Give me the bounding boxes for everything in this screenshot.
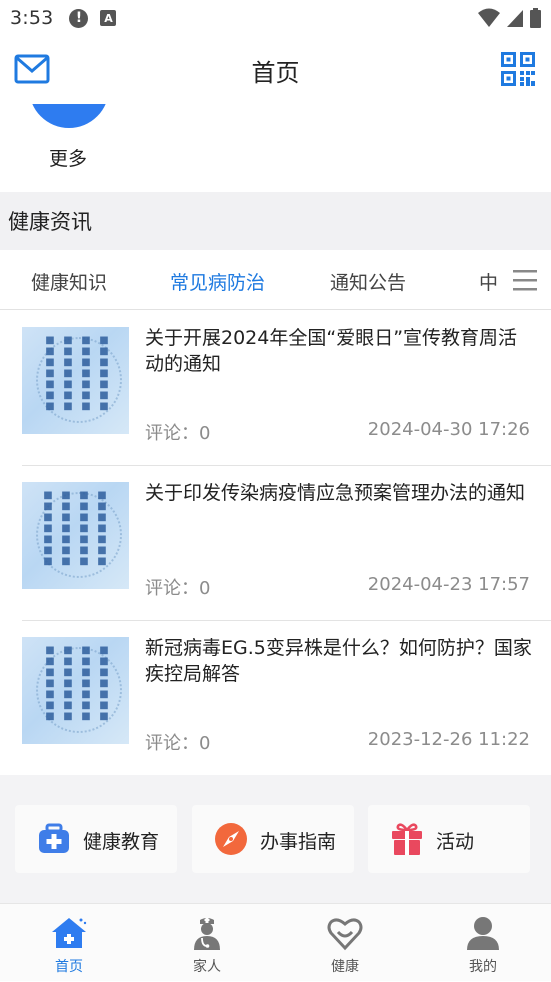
news-comment-count: 评论：0 bbox=[145, 423, 211, 444]
menu-icon[interactable] bbox=[513, 268, 537, 296]
news-item[interactable]: ■■■■■■■ ■■■■■■■ ■■■■■■■ ■■■■■■■ 关于开展2024… bbox=[0, 311, 551, 466]
nav-health[interactable]: 健康 bbox=[276, 904, 414, 982]
news-item[interactable]: ■■■■■■■ ■■■■■■■ ■■■■■■■ ■■■■■■■ 新冠病毒EG.5… bbox=[0, 621, 551, 776]
shortcut-area: 更多 bbox=[0, 104, 551, 192]
news-title: 关于印发传染病疫情应急预案管理办法的通知 bbox=[145, 482, 526, 504]
nav-profile[interactable]: 我的 bbox=[414, 904, 551, 982]
nav-home[interactable]: 首页 bbox=[0, 904, 138, 982]
activity-button[interactable]: 活动 bbox=[368, 805, 530, 873]
health-news-heading: 健康资讯 bbox=[0, 192, 551, 250]
tab-health-knowledge[interactable]: 健康知识 bbox=[31, 268, 107, 295]
status-time: 3:53 bbox=[10, 7, 54, 29]
news-timestamp: 2024-04-23 17:57 bbox=[367, 574, 530, 595]
tab-common-disease-prevention[interactable]: 常见病防治 bbox=[170, 268, 265, 295]
news-title: 新冠病毒EG.5变异株是什么？如何防护？国家疾控局解答 bbox=[145, 637, 532, 685]
wifi-icon bbox=[478, 8, 500, 27]
page-title: 首页 bbox=[251, 58, 300, 87]
status-bar: 3:53 ! A bbox=[0, 0, 551, 36]
news-tabs: 健康知识 常见病防治 通知公告 中 bbox=[0, 250, 551, 310]
news-timestamp: 2023-12-26 11:22 bbox=[367, 729, 530, 750]
heart-icon bbox=[327, 918, 363, 951]
quick-actions: 健康教育 办事指南 活动 bbox=[0, 775, 551, 903]
health-education-label: 健康教育 bbox=[83, 831, 160, 853]
mail-icon[interactable] bbox=[14, 54, 50, 88]
news-thumbnail: ■■■■■■■ ■■■■■■■ ■■■■■■■ ■■■■■■■ bbox=[22, 482, 129, 589]
service-guide-label: 办事指南 bbox=[260, 831, 337, 853]
app-header: 首页 bbox=[0, 36, 551, 104]
alert-icon: ! bbox=[69, 8, 89, 28]
bottom-navigation: 首页 家人 健康 我的 bbox=[0, 903, 551, 981]
news-comment-count: 评论：0 bbox=[145, 578, 211, 599]
nav-health-label: 健康 bbox=[331, 959, 359, 975]
news-item[interactable]: ■■■■■■■ ■■■■■■■ ■■■■■■■ ■■■■■■■ 关于印发传染病疫… bbox=[0, 466, 551, 621]
a-notification-icon: A bbox=[100, 10, 117, 26]
news-thumbnail: ■■■■■■■ ■■■■■■■ ■■■■■■■ ■■■■■■■ bbox=[22, 327, 129, 434]
news-list: ■■■■■■■ ■■■■■■■ ■■■■■■■ ■■■■■■■ 关于开展2024… bbox=[0, 311, 551, 776]
news-title: 关于开展2024年全国“爱眼日”宣传教育周活动的通知 bbox=[145, 327, 518, 375]
signal-icon bbox=[507, 10, 523, 27]
activity-label: 活动 bbox=[436, 831, 475, 853]
news-comment-count: 评论：0 bbox=[145, 733, 211, 754]
news-timestamp: 2024-04-30 17:26 bbox=[367, 419, 530, 440]
news-thumbnail: ■■■■■■■ ■■■■■■■ ■■■■■■■ ■■■■■■■ bbox=[22, 637, 129, 744]
nav-home-label: 首页 bbox=[55, 959, 83, 975]
tab-notices[interactable]: 通知公告 bbox=[330, 268, 406, 295]
medical-kit-icon bbox=[39, 823, 69, 853]
more-shortcut-label[interactable]: 更多 bbox=[49, 144, 87, 171]
nav-profile-label: 我的 bbox=[469, 959, 497, 975]
battery-icon bbox=[530, 8, 541, 28]
gift-icon bbox=[392, 823, 422, 855]
family-doctor-icon bbox=[194, 918, 220, 950]
profile-icon bbox=[467, 917, 499, 950]
health-education-button[interactable]: 健康教育 bbox=[15, 805, 177, 873]
nav-family[interactable]: 家人 bbox=[138, 904, 276, 982]
compass-icon bbox=[215, 823, 247, 855]
more-shortcut-icon[interactable] bbox=[29, 104, 109, 128]
home-icon bbox=[52, 918, 87, 948]
service-guide-button[interactable]: 办事指南 bbox=[192, 805, 354, 873]
qr-code-icon[interactable] bbox=[501, 52, 535, 90]
nav-family-label: 家人 bbox=[193, 959, 221, 975]
tab-more-partial[interactable]: 中 bbox=[479, 268, 498, 295]
